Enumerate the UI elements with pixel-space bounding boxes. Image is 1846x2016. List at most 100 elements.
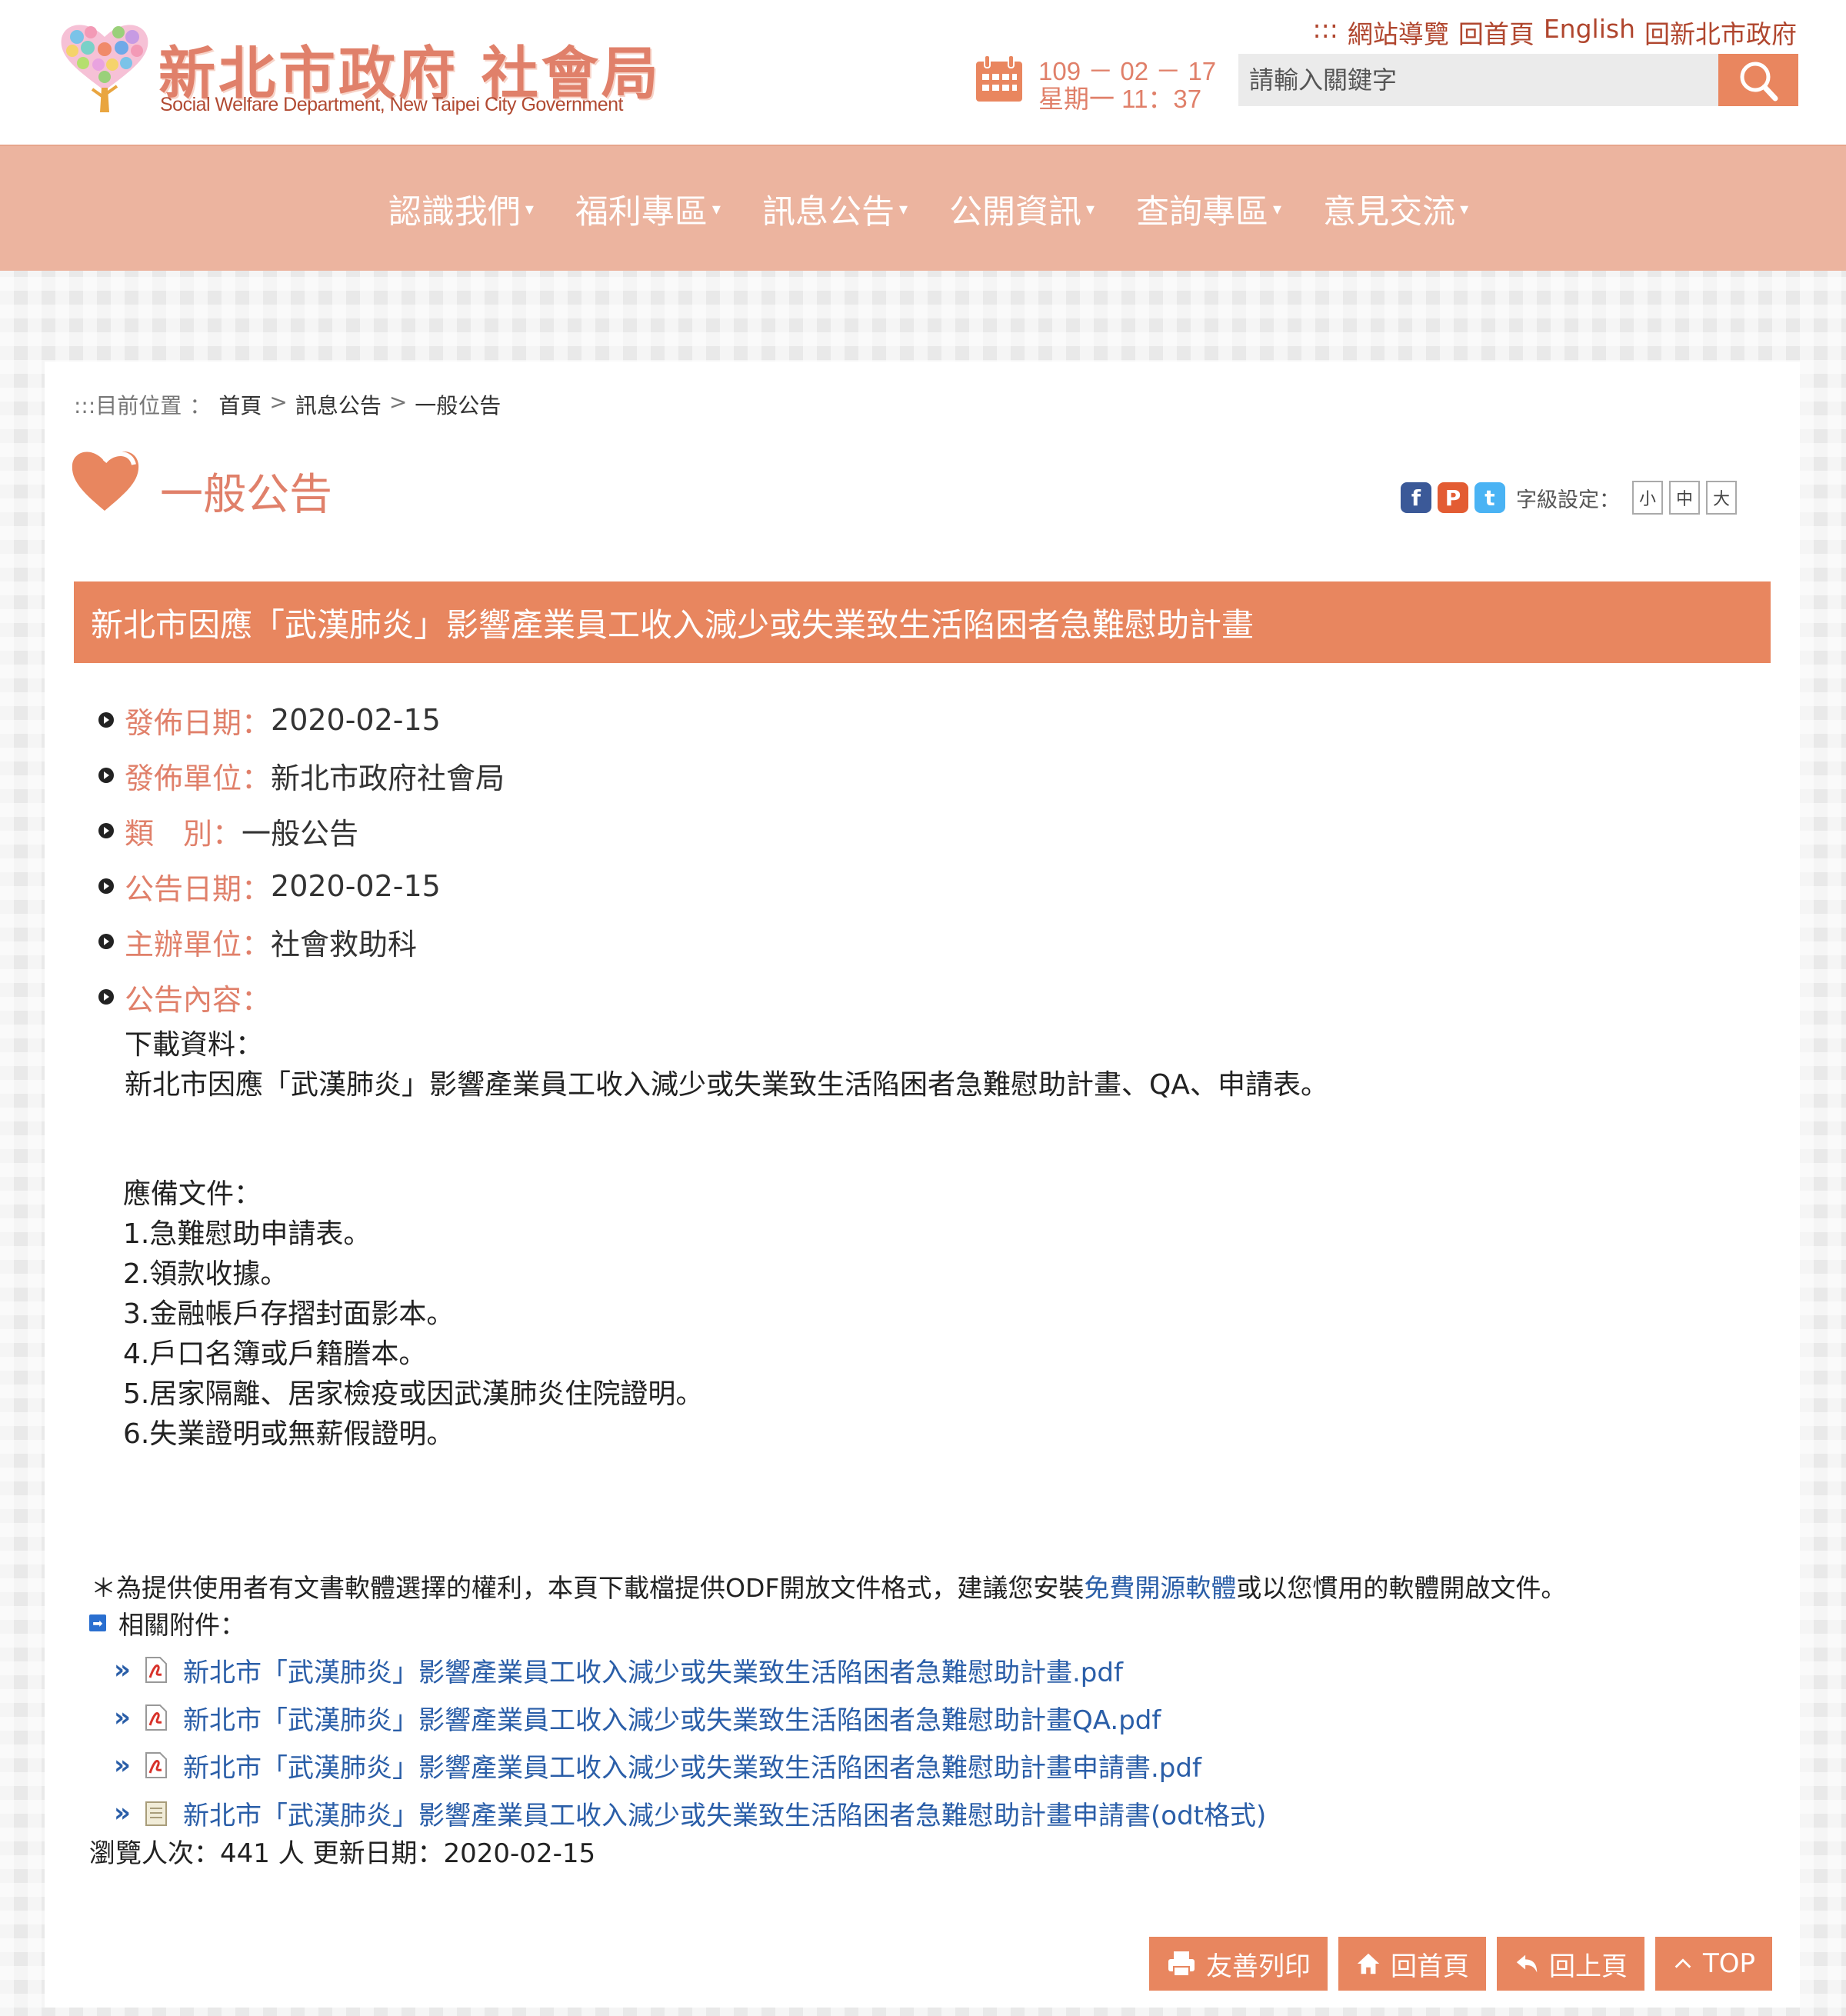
- page-heading: 一般公告: [69, 445, 608, 521]
- meta-value: 新北市政府社會局: [271, 761, 505, 795]
- site-header: 新北市政府 社會局 Social Welfare Department, New…: [0, 0, 1846, 145]
- attachments-label: 相關附件：: [118, 1610, 245, 1640]
- breadcrumb-colon: ：: [189, 393, 212, 418]
- attachment-link-odt[interactable]: » 新北市「武漢肺炎」影響產業員工收入減少或失業致生活陷困者急難慰助計畫申請書(…: [114, 1789, 1266, 1837]
- meta-row-publisher: 發佈單位： 新北市政府社會局: [98, 748, 505, 803]
- bullet-icon: [98, 878, 114, 894]
- page-tools: f P t 字級設定： 小 中 大: [1401, 478, 1737, 517]
- chevron-down-icon: ▾: [711, 199, 721, 219]
- pdf-file-icon: [145, 1752, 167, 1778]
- breadcrumb-section-link[interactable]: 訊息公告: [295, 389, 382, 420]
- odf-note: ＊為提供使用者有文書軟體選擇的權利，本頁下載檔提供ODF開放文件格式，建議您安裝…: [91, 1568, 1566, 1604]
- back-button[interactable]: 回上頁: [1496, 1937, 1644, 1991]
- font-size-label: 字級設定：: [1516, 488, 1620, 512]
- top-button[interactable]: TOP: [1654, 1937, 1772, 1991]
- facebook-share-icon[interactable]: f: [1401, 482, 1431, 513]
- breadcrumb: :::目前位置 ： 首頁 > 訊息公告 > 一般公告: [74, 389, 501, 420]
- odt-file-icon: [145, 1801, 167, 1826]
- city-gov-link[interactable]: 回新北市政府: [1644, 14, 1797, 51]
- chevron-down-icon: ▾: [898, 199, 908, 219]
- breadcrumb-current[interactable]: 一般公告: [415, 389, 501, 420]
- font-size-large-button[interactable]: 大: [1706, 481, 1737, 515]
- chevron-down-icon: ▾: [1086, 199, 1095, 219]
- download-heading: 下載資料：: [125, 1029, 264, 1061]
- home-icon: [1357, 1953, 1380, 1974]
- print-button-label: 友善列印: [1205, 1951, 1311, 1982]
- meta-row-announce-date: 公告日期： 2020-02-15: [98, 858, 505, 914]
- attachment-link-pdf[interactable]: » 新北市「武漢肺炎」影響產業員工收入減少或失業致生活陷困者急難慰助計畫.pdf: [114, 1646, 1266, 1694]
- font-size-medium-button[interactable]: 中: [1669, 481, 1700, 515]
- nav-items: 認識我們 ▾ 福利專區 ▾ 訊息公告 ▾ 公開資訊 ▾ 查詢專區 ▾ 意見交流 …: [0, 146, 1846, 272]
- site-logo[interactable]: 新北市政府 社會局 Social Welfare Department, New…: [55, 17, 658, 125]
- back-arrow-icon: [1516, 1954, 1538, 1973]
- attachment-link-pdf[interactable]: » 新北市「武漢肺炎」影響產業員工收入減少或失業致生活陷困者急難慰助計畫申請書.…: [114, 1741, 1266, 1789]
- attachment-name: 新北市「武漢肺炎」影響產業員工收入減少或失業致生活陷困者急難慰助計畫.pdf: [183, 1657, 1123, 1688]
- plurk-share-icon[interactable]: P: [1438, 482, 1468, 513]
- views-label: 瀏覽人次：: [89, 1838, 220, 1869]
- attachment-name: 新北市「武漢肺炎」影響產業員工收入減少或失業致生活陷困者急難慰助計畫申請書(od…: [183, 1800, 1267, 1831]
- arrow-right-icon: ➡: [89, 1614, 106, 1631]
- main-nav: 認識我們 ▾ 福利專區 ▾ 訊息公告 ▾ 公開資訊 ▾ 查詢專區 ▾ 意見交流 …: [0, 145, 1846, 271]
- breadcrumb-separator: >: [269, 389, 288, 415]
- page-stats: 瀏覽人次：441 人 更新日期：2020-02-15: [89, 1832, 595, 1870]
- meta-row-category: 類 別： 一般公告: [98, 803, 505, 858]
- breadcrumb-separator: >: [388, 389, 408, 415]
- top-links-prefix: :::: [1312, 14, 1338, 44]
- main-content: :::目前位置 ： 首頁 > 訊息公告 > 一般公告 一般公告 f P t 字級…: [45, 362, 1800, 2008]
- meta-value: 社會救助科: [271, 927, 418, 961]
- nav-item-news[interactable]: 訊息公告 ▾: [762, 185, 908, 233]
- home-button[interactable]: 回首頁: [1338, 1937, 1486, 1991]
- chevron-down-icon: ▾: [1273, 199, 1282, 219]
- attachment-name: 新北市「武漢肺炎」影響產業員工收入減少或失業致生活陷困者急難慰助計畫申請書.pd…: [183, 1752, 1201, 1784]
- nav-item-public-info[interactable]: 公開資訊 ▾: [949, 185, 1095, 233]
- updated-value: 2020-02-15: [443, 1838, 596, 1869]
- english-link[interactable]: English: [1544, 14, 1635, 51]
- updated-label: 更新日期：: [312, 1838, 444, 1869]
- nav-item-query[interactable]: 查詢專區 ▾: [1136, 185, 1281, 233]
- search-button[interactable]: [1718, 54, 1798, 106]
- meta-row-content: 公告內容：: [98, 969, 505, 1025]
- sitemap-link[interactable]: 網站導覽: [1348, 14, 1449, 51]
- bullet-icon: [98, 768, 114, 783]
- top-button-label: TOP: [1702, 1948, 1755, 1979]
- breadcrumb-home-link[interactable]: 首頁: [218, 389, 262, 420]
- double-chevron-icon: »: [114, 1798, 131, 1828]
- nav-item-welfare[interactable]: 福利專區 ▾: [575, 185, 721, 233]
- meta-label: 主辦單位：: [125, 927, 272, 961]
- bullet-icon: [98, 823, 114, 838]
- heart-tree-logo-icon: [61, 25, 148, 112]
- meta-value: 一般公告: [242, 816, 359, 851]
- doc-item: 3.金融帳戶存摺封面影本。: [123, 1298, 455, 1330]
- heart-icon: [72, 451, 139, 511]
- chevron-up-icon: [1674, 1958, 1691, 1968]
- open-source-software-link[interactable]: 免費開源軟體: [1084, 1573, 1236, 1603]
- nav-item-about[interactable]: 認識我們 ▾: [388, 185, 534, 233]
- meta-label: 發佈單位：: [125, 761, 272, 795]
- attachment-name: 新北市「武漢肺炎」影響產業員工收入減少或失業致生活陷困者急難慰助計畫QA.pdf: [183, 1704, 1161, 1736]
- bullet-icon: [98, 712, 114, 728]
- search-input[interactable]: [1238, 54, 1718, 106]
- home-button-label: 回首頁: [1390, 1951, 1469, 1982]
- doc-item: 4.戶口名簿或戶籍謄本。: [123, 1338, 427, 1370]
- pdf-file-icon: [145, 1704, 167, 1731]
- font-size-small-button[interactable]: 小: [1632, 481, 1663, 515]
- views-value: 441 人: [220, 1838, 305, 1869]
- back-button-label: 回上頁: [1548, 1951, 1628, 1982]
- nav-item-label: 意見交流: [1323, 193, 1456, 232]
- double-chevron-icon: »: [114, 1750, 131, 1781]
- nav-item-feedback[interactable]: 意見交流 ▾: [1323, 185, 1468, 233]
- attachment-link-pdf[interactable]: » 新北市「武漢肺炎」影響產業員工收入減少或失業致生活陷困者急難慰助計畫QA.p…: [114, 1694, 1266, 1741]
- print-button[interactable]: 友善列印: [1148, 1937, 1328, 1991]
- double-chevron-icon: »: [114, 1702, 131, 1733]
- weekday-time-text: 星期一 11：37: [1038, 85, 1202, 113]
- home-link[interactable]: 回首頁: [1458, 14, 1534, 51]
- twitter-share-icon[interactable]: t: [1474, 482, 1505, 513]
- attachments-heading: ➡ 相關附件：: [89, 1604, 245, 1641]
- top-links: ::: 網站導覽 回首頁 English 回新北市政府: [1312, 14, 1797, 51]
- doc-item: 1.急難慰助申請表。: [123, 1218, 372, 1250]
- meta-label: 發佈日期：: [125, 705, 272, 740]
- bullet-icon: [98, 934, 114, 949]
- nav-item-label: 查詢專區: [1136, 193, 1269, 232]
- doc-item: 2.領款收據。: [123, 1258, 288, 1290]
- printer-icon: [1168, 1951, 1195, 1977]
